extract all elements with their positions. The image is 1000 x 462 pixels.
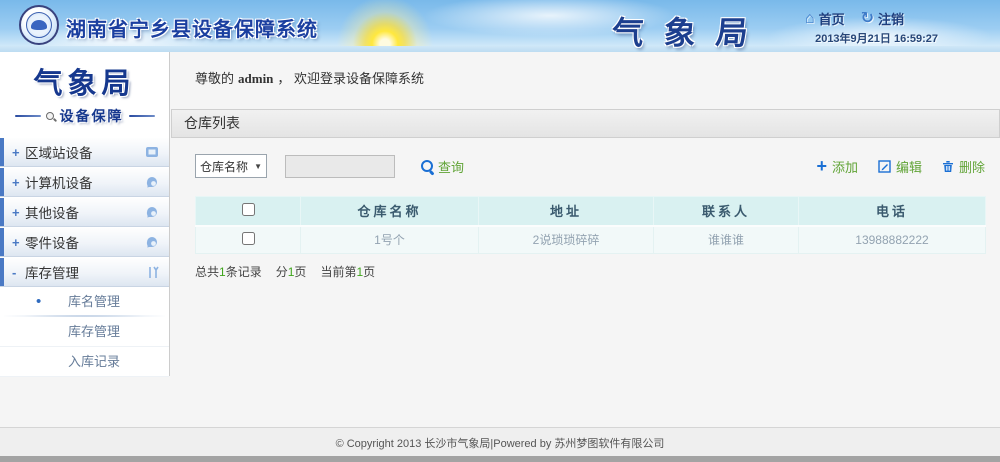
home-icon: ⌂ — [805, 12, 815, 26]
username: admin — [238, 71, 273, 86]
sidebar-item-other-equipment[interactable]: + 其他设备 — [0, 197, 169, 227]
divider — [15, 115, 41, 117]
add-button[interactable]: + 添加 — [816, 157, 858, 176]
submenu-item-inbound-records[interactable]: 入库记录 — [0, 347, 169, 377]
col-contact: 联系人 — [654, 197, 799, 226]
home-link[interactable]: ⌂ 首页 — [805, 9, 845, 28]
search-category-select[interactable]: 仓库名称 ▼ — [195, 154, 267, 178]
pagination: 总共1条记录分1页当前第1页 — [195, 263, 1000, 280]
search-icon — [421, 160, 434, 173]
cell-warehouse-name: 1号个 — [301, 226, 479, 254]
sidebar-item-computer-equipment[interactable]: + 计算机设备 — [0, 167, 169, 197]
warehouse-table: 仓库名称 地址 联系人 电话 1号个 2说琐琐碎碎 谁谁谁 1398888222… — [195, 196, 986, 254]
footer-bottom-bar — [0, 456, 1000, 462]
sidebar-item-region-station-equipment[interactable]: + 区域站设备 — [0, 137, 169, 167]
trash-icon — [942, 160, 954, 173]
edit-icon — [878, 160, 891, 173]
chat-icon — [145, 176, 159, 188]
bureau-logo-icon — [19, 5, 59, 45]
col-phone: 电话 — [799, 197, 986, 226]
footer: © Copyright 2013 长沙市气象局|Powered by 苏州梦图软… — [0, 427, 1000, 462]
cell-contact: 谁谁谁 — [654, 226, 799, 254]
total-records: 1 — [219, 265, 226, 279]
datetime-display: 2013年9月21日 16:59:27 — [815, 30, 938, 46]
top-banner: 湖南省宁乡县设备保障系统 气象局 ⌂ 首页 ↻ 注销 2013年9月21日 16… — [0, 0, 1000, 52]
sidebar-subtitle: 设备保障 — [0, 106, 169, 126]
toolbar: 仓库名称 ▼ 查询 + 添加 编辑 — [195, 154, 985, 178]
expand-plus-icon: + — [12, 235, 25, 250]
expand-plus-icon: + — [12, 145, 25, 160]
expand-plus-icon: + — [12, 205, 25, 220]
submenu-item-inventory-management[interactable]: 库存管理 — [0, 317, 169, 347]
logout-icon: ↻ — [861, 12, 874, 26]
cell-address: 2说琐琐碎碎 — [479, 226, 654, 254]
action-buttons: + 添加 编辑 删除 — [816, 157, 985, 176]
submenu-item-warehouse-name-management[interactable]: 库名管理 — [0, 287, 169, 317]
monitor-icon — [145, 146, 159, 158]
bureau-name: 气象局 — [610, 8, 770, 54]
panel-title: 仓库列表 — [171, 109, 1000, 138]
sidebar-item-parts-equipment[interactable]: + 零件设备 — [0, 227, 169, 257]
collapse-minus-icon: - — [12, 265, 25, 280]
welcome-message: 尊敬的admin， 欢迎登录设备保障系统 — [195, 68, 1000, 87]
row-checkbox[interactable] — [242, 232, 255, 245]
select-all-cell — [196, 197, 301, 226]
system-title: 湖南省宁乡县设备保障系统 — [66, 13, 318, 42]
chat-icon — [145, 236, 159, 248]
copyright-text: © Copyright 2013 长沙市气象局|Powered by 苏州梦图软… — [0, 428, 1000, 451]
delete-button[interactable]: 删除 — [942, 157, 985, 176]
top-nav: ⌂ 首页 ↻ 注销 — [805, 9, 904, 28]
chevron-down-icon: ▼ — [254, 162, 262, 171]
col-warehouse-name: 仓库名称 — [301, 197, 479, 226]
sidebar: 气象局 设备保障 + 区域站设备 + 计算机设备 — [0, 52, 170, 376]
search-icon — [46, 112, 55, 121]
logout-label: 注销 — [878, 9, 904, 28]
select-all-checkbox[interactable] — [242, 203, 255, 216]
main-content: 尊敬的admin， 欢迎登录设备保障系统 仓库列表 仓库名称 ▼ 查询 + 添加 — [171, 52, 1000, 427]
home-label: 首页 — [819, 9, 845, 28]
plus-icon: + — [816, 159, 827, 173]
sidebar-menu: + 区域站设备 + 计算机设备 + 其他设备 — [0, 137, 169, 377]
table-header-row: 仓库名称 地址 联系人 电话 — [196, 197, 986, 226]
table-row[interactable]: 1号个 2说琐琐碎碎 谁谁谁 13988882222 — [196, 226, 986, 254]
logout-link[interactable]: ↻ 注销 — [861, 9, 904, 28]
search-input[interactable] — [285, 155, 395, 178]
tools-icon — [147, 266, 159, 279]
app-window: 湖南省宁乡县设备保障系统 气象局 ⌂ 首页 ↻ 注销 2013年9月21日 16… — [0, 0, 1000, 462]
expand-plus-icon: + — [12, 175, 25, 190]
sidebar-item-inventory-management[interactable]: - 库存管理 — [0, 257, 169, 287]
edit-button[interactable]: 编辑 — [878, 157, 922, 176]
chat-icon — [145, 206, 159, 218]
query-button[interactable]: 查询 — [421, 157, 464, 176]
divider — [129, 115, 155, 117]
col-address: 地址 — [479, 197, 654, 226]
cell-phone: 13988882222 — [799, 226, 986, 254]
sidebar-title: 气象局 — [0, 60, 169, 102]
sidebar-submenu: 库名管理 库存管理 入库记录 — [0, 287, 169, 377]
